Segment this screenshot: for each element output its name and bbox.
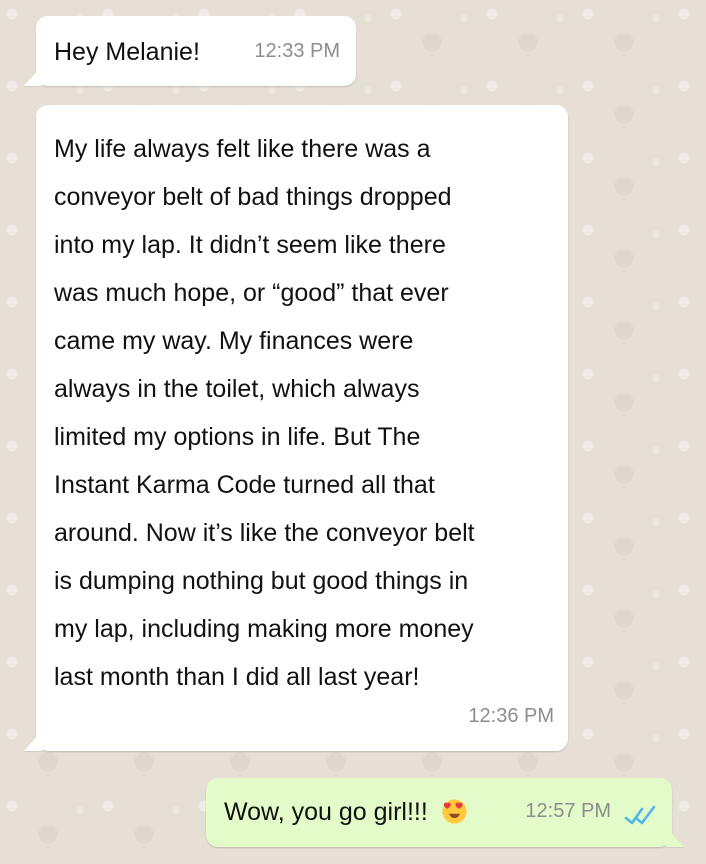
chat-thread: Hey Melanie! 12:33 PM My life always fel… [0,0,706,864]
double-check-icon [624,802,658,828]
heart-eyes-emoji-icon [441,798,468,825]
message-text: Hey Melanie! [54,38,200,66]
incoming-message-bubble: Hey Melanie! 12:33 PM [36,16,356,86]
outgoing-message-bubble: Wow, you go girl!!! 12:57 PM [206,778,672,847]
incoming-message-bubble: My life always felt like there was a con… [36,105,568,751]
message-timestamp: 12:33 PM [254,40,340,62]
message-text: Wow, you go girl!!! [224,798,428,826]
message-timestamp: 12:57 PM [525,800,611,822]
message-content: Wow, you go girl!!! [224,797,468,827]
message-timestamp: 12:36 PM [468,705,554,727]
message-text: My life always felt like there was a con… [54,135,475,691]
